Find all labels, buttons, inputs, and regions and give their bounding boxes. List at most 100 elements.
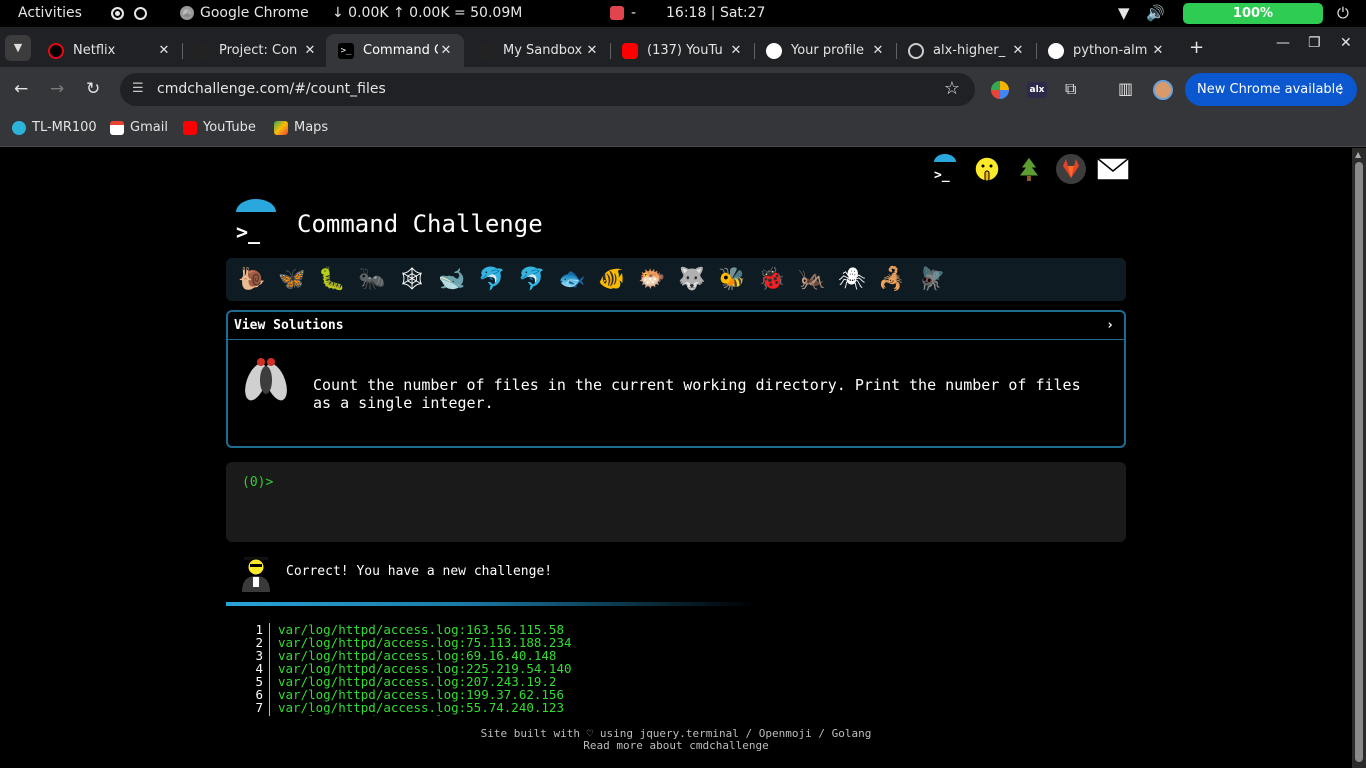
correct-message: Correct! You have a new challenge!	[286, 564, 553, 579]
menu-kebab-icon[interactable]: ⋮	[1334, 73, 1347, 106]
url-text[interactable]: cmdchallenge.com/#/count_files	[157, 81, 386, 97]
level-icon[interactable]: 🕸	[392, 260, 432, 300]
level-icon[interactable]: 🐌	[232, 260, 272, 300]
close-icon[interactable]: ✕	[728, 43, 744, 58]
tab-strip: ▼ Netflix ✕ Project: Con ✕ >_ Command C …	[0, 27, 1366, 67]
tree-icon[interactable]	[1012, 152, 1046, 186]
bookmark-maps[interactable]: Maps	[274, 120, 328, 135]
app-menu[interactable]: Google Chrome	[180, 5, 309, 21]
svg-text:>_: >_	[236, 220, 261, 244]
restore-icon[interactable]: ❐	[1308, 35, 1321, 51]
site-info-icon[interactable]: ☰	[132, 81, 144, 96]
extension-icon[interactable]	[991, 81, 1009, 99]
envelope-icon[interactable]	[1096, 152, 1130, 186]
record-label: -	[631, 5, 637, 21]
level-icon[interactable]: 🦗	[792, 260, 832, 300]
forward-icon[interactable]: →	[50, 79, 64, 99]
tab-title: alx-higher_	[933, 43, 1006, 58]
result-message: Correct! You have a new challenge!	[226, 548, 1126, 598]
volume-icon[interactable]: 🔊	[1146, 4, 1165, 22]
tab-title: (137) YouTu	[647, 43, 723, 58]
close-icon[interactable]: ✕	[156, 43, 172, 58]
chrome-icon	[180, 6, 194, 20]
clock[interactable]: 16:18 | Sat:27	[666, 5, 765, 21]
level-icon[interactable]: 🐡	[632, 260, 672, 300]
page-scrollbar[interactable]: ▲	[1352, 148, 1366, 768]
read-more-link[interactable]: Read more about cmdchallenge	[0, 740, 1352, 752]
bookmark-youtube[interactable]: YouTube	[183, 120, 256, 135]
svg-text:>_: >_	[934, 168, 950, 183]
activities-button[interactable]: Activities	[18, 5, 82, 21]
progress-bar	[226, 602, 756, 606]
workspace-2-icon[interactable]	[134, 7, 147, 20]
profile-avatar[interactable]	[1153, 80, 1173, 100]
new-chrome-available-button[interactable]: New Chrome available ⋮	[1185, 73, 1357, 106]
screen-record-icon[interactable]	[610, 6, 624, 20]
tab-netflix[interactable]: Netflix ✕	[36, 34, 182, 67]
new-tab-button[interactable]: +	[1189, 37, 1204, 58]
tab-my-sandbox[interactable]: My Sandbox ✕	[466, 34, 610, 67]
level-icon[interactable]: 🐋	[432, 260, 472, 300]
challenge-description: Count the number of files in the current…	[313, 376, 1081, 412]
close-icon[interactable]: ✕	[584, 43, 600, 58]
tab-title: Your profile	[791, 43, 864, 58]
level-icon[interactable]: 🐜	[352, 260, 392, 300]
level-icon[interactable]: 🐛	[312, 260, 352, 300]
page-viewport: >_ >_ Command Challenge 🐌 🦋 🐛 🐜 🕸 🐋 🐬 🐬 🐟 🐠 🐡 🐺 🐝 🐞 🦗 🕷…	[0, 148, 1352, 768]
tab-your-profile[interactable]: Your profile ✕	[754, 34, 896, 67]
level-icon[interactable]: 🐝	[712, 260, 752, 300]
github-icon	[766, 42, 782, 59]
level-icon[interactable]: 🪰	[912, 260, 952, 300]
scrollbar-thumb[interactable]	[1355, 162, 1363, 762]
gitlab-icon[interactable]	[1054, 152, 1088, 186]
tab-python-alm[interactable]: python-alm ✕	[1036, 34, 1176, 67]
bookmark-star-icon[interactable]: ☆	[944, 78, 960, 99]
level-icon[interactable]: 🐬	[512, 260, 552, 300]
alx-extension-icon[interactable]: alx	[1027, 82, 1047, 98]
bookmark-gmail[interactable]: Gmail	[110, 120, 168, 135]
close-icon[interactable]: ✕	[302, 43, 318, 58]
extensions-puzzle-icon[interactable]: ⧉	[1065, 79, 1076, 99]
battery-indicator[interactable]: 100%	[1183, 3, 1323, 24]
terminal-input[interactable]: (0)>	[226, 462, 1126, 542]
fly-icon	[240, 352, 292, 408]
power-icon[interactable]: ⏻	[1337, 4, 1349, 22]
level-icon[interactable]: 🐞	[752, 260, 792, 300]
level-icon[interactable]: 🦂	[872, 260, 912, 300]
level-icon[interactable]: 🕷	[832, 260, 872, 300]
bookmark-label: Maps	[294, 120, 329, 135]
wifi-icon[interactable]: ▼	[1118, 4, 1130, 22]
tab-search-button[interactable]: ▼	[5, 35, 31, 61]
tab-project[interactable]: Project: Con ✕	[182, 34, 328, 67]
system-top-bar: Activities Google Chrome ↓ 0.00K ↑ 0.00K…	[0, 0, 1366, 27]
scroll-up-icon[interactable]: ▲	[1355, 150, 1361, 159]
workspace-1-icon[interactable]	[111, 7, 124, 20]
back-icon[interactable]: ←	[14, 79, 28, 99]
close-icon[interactable]: ✕	[870, 43, 886, 58]
level-icon[interactable]: 🐬	[472, 260, 512, 300]
tab-alx-higher[interactable]: alx-higher_ ✕	[896, 34, 1036, 67]
level-icon[interactable]: 🐺	[672, 260, 712, 300]
workspace-indicator[interactable]	[111, 7, 147, 20]
close-icon[interactable]: ✕	[1010, 43, 1026, 58]
close-icon[interactable]: ✕	[438, 43, 454, 58]
terminal-logo-icon[interactable]: >_	[928, 152, 962, 186]
shushing-face-icon[interactable]	[970, 152, 1004, 186]
address-bar[interactable]: ☰ cmdchallenge.com/#/count_files ☆	[120, 73, 975, 106]
tab-youtube[interactable]: (137) YouTu ✕	[610, 34, 754, 67]
bookmark-label: TL-MR100	[32, 120, 97, 135]
minimize-icon[interactable]: —	[1276, 35, 1290, 51]
site-logo-icon[interactable]: >_	[232, 198, 280, 246]
level-icon[interactable]: 🐠	[592, 260, 632, 300]
tab-title: Command C	[363, 43, 438, 58]
github-icon	[1048, 42, 1064, 59]
level-icon[interactable]: 🦋	[272, 260, 312, 300]
level-icon[interactable]: 🐟	[552, 260, 592, 300]
close-icon[interactable]: ✕	[1150, 43, 1166, 58]
side-panel-icon[interactable]: ▥	[1118, 79, 1133, 98]
bookmark-tl-mr100[interactable]: TL-MR100	[12, 120, 97, 135]
reload-icon[interactable]: ↻	[86, 79, 100, 99]
window-close-icon[interactable]: ✕	[1340, 35, 1352, 51]
tab-command-challenge[interactable]: >_ Command C ✕	[326, 34, 464, 67]
view-solutions-toggle[interactable]: View Solutions ›	[228, 312, 1124, 340]
